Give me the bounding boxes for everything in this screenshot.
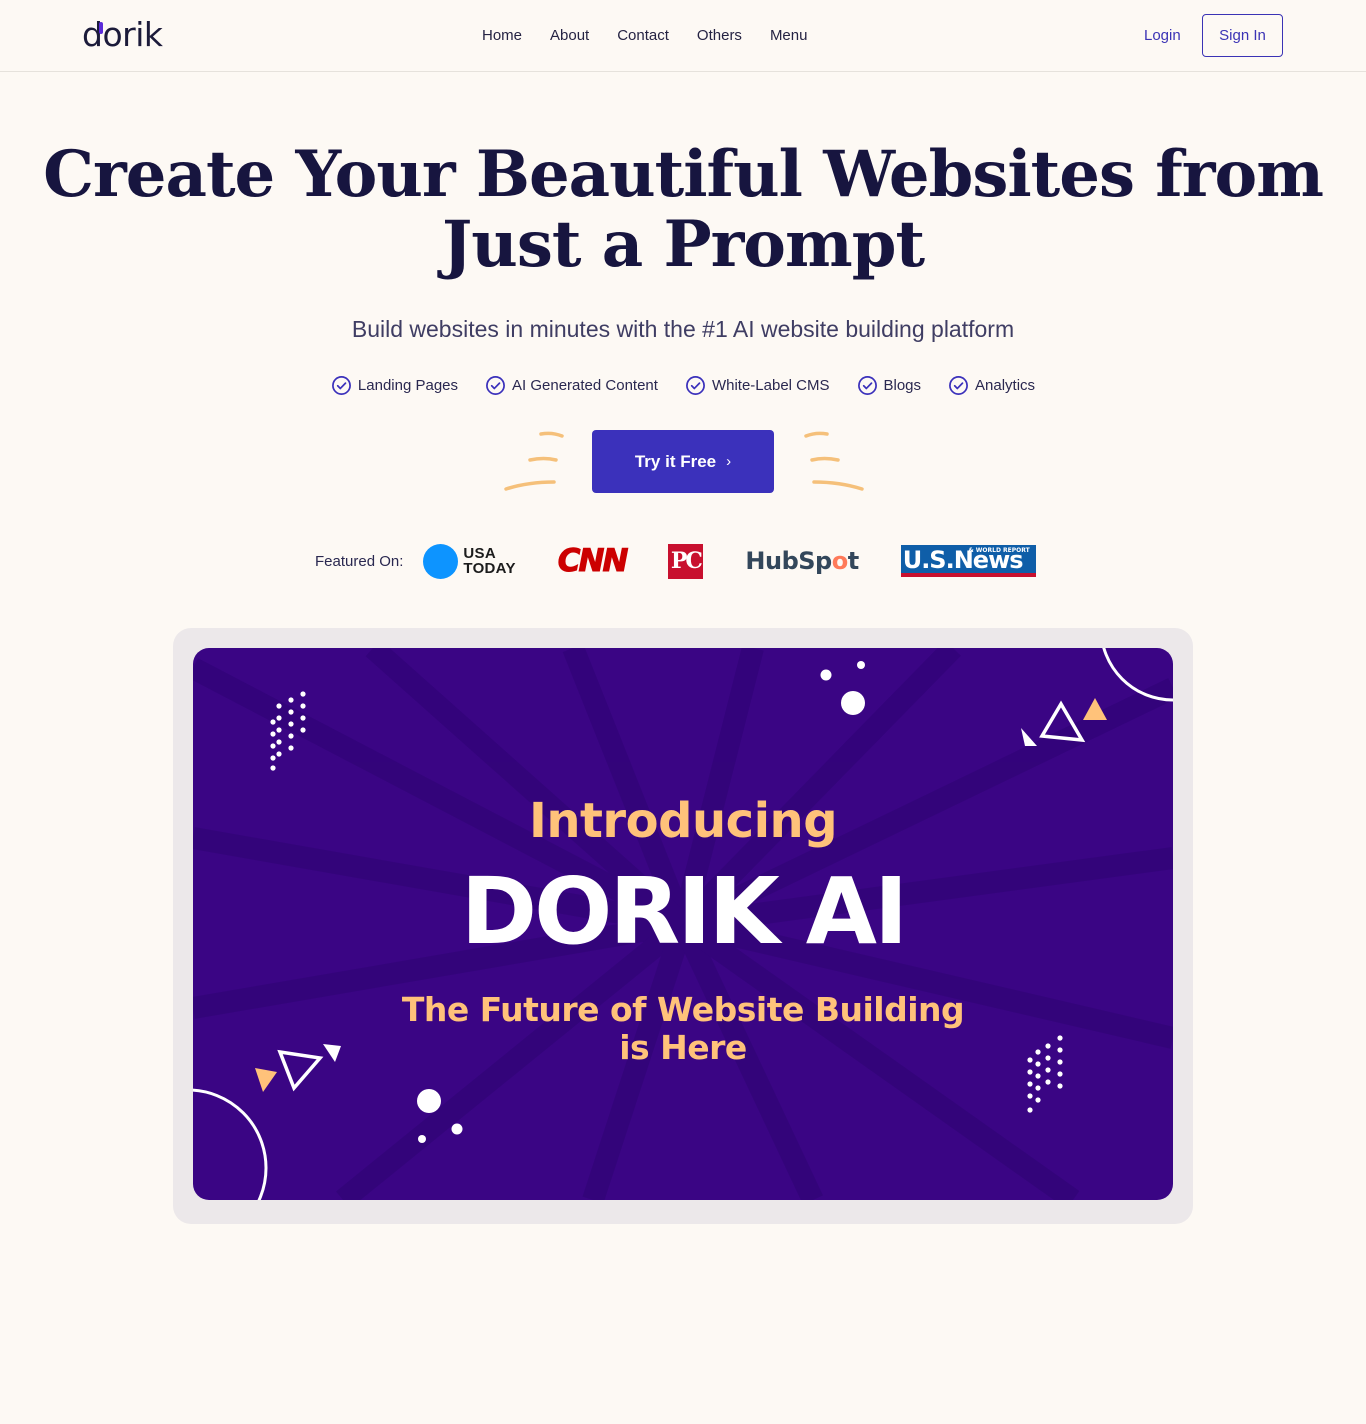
sign-in-button[interactable]: Sign In [1202, 14, 1283, 57]
feature-label: Analytics [975, 377, 1036, 394]
cnn-logo: CNN [557, 543, 629, 580]
promo-tagline-line-2: is Here [619, 1028, 747, 1067]
check-circle-icon [949, 376, 968, 395]
dorik-logo[interactable]: dorik [82, 14, 163, 54]
hero-headline: Create Your Beautiful Websites from Just… [0, 140, 1366, 280]
left-sparkle-lines-icon [504, 431, 564, 491]
feature-label: AI Generated Content [512, 377, 658, 394]
nav-about[interactable]: About [536, 25, 603, 47]
promo-tagline: The Future of Website Building is Here [193, 991, 1173, 1067]
right-sparkle-lines-icon [804, 431, 864, 491]
featured-on-bar: Featured On: USA TODAY CNN PC HubSp o t & … [315, 536, 1036, 586]
promo-introducing: Introducing [528, 793, 838, 849]
feature-item: White-Label CMS [685, 375, 830, 396]
hubspot-text-b: t [847, 547, 859, 575]
us-news-logo: & WORLD REPORT U.S.News [900, 545, 1036, 577]
promo-video[interactable]: Introducing DORIK AI The Future of Websi… [193, 648, 1173, 1200]
logo-text: dorik [82, 14, 163, 54]
hero-subline: Build websites in minutes with the #1 AI… [351, 316, 1015, 342]
check-circle-icon [857, 376, 877, 395]
headline-line-2: Just a Prompt [442, 207, 925, 282]
usa-today-line-1: USA [463, 545, 496, 562]
logo-accent-bar [99, 21, 103, 34]
promo-title: DORIK AI [460, 858, 908, 965]
nav-others[interactable]: Others [683, 25, 756, 47]
feature-item: Blogs [857, 375, 922, 396]
usa-today-wordmark: USA TODAY [463, 546, 515, 576]
hubspot-logo: HubSp o t [745, 547, 859, 575]
promo-tagline-line-1: The Future of Website Building [401, 990, 965, 1029]
pc-magazine-logo: PC [668, 543, 704, 579]
cta-area: Try it Free › [0, 430, 1366, 494]
nav-contact[interactable]: Contact [603, 25, 683, 47]
hubspot-sprocket: o [831, 547, 849, 575]
main-nav: Home About Contact Others Menu [468, 25, 821, 47]
try-it-free-button[interactable]: Try it Free › [592, 430, 774, 493]
feature-item: Landing Pages [331, 375, 458, 396]
feature-item: Analytics [948, 375, 1035, 396]
login-link[interactable]: Login [1130, 25, 1195, 47]
chevron-right-icon: › [726, 453, 732, 470]
featured-on-label: Featured On: [315, 552, 404, 570]
feature-label: Landing Pages [357, 377, 459, 394]
nav-menu[interactable]: Menu [756, 25, 822, 47]
feature-list: Landing Pages AI Generated Content White… [0, 375, 1366, 396]
feature-label: White-Label CMS [711, 377, 830, 394]
check-circle-icon [331, 376, 351, 395]
cta-label: Try it Free [634, 451, 717, 471]
usa-today-line-2: TODAY [463, 560, 516, 577]
check-circle-icon [486, 376, 505, 395]
nav-home[interactable]: Home [468, 25, 536, 47]
us-news-subtitle: & WORLD REPORT [968, 547, 1030, 554]
hubspot-text-a: HubSp [745, 547, 832, 575]
usa-today-circle-icon [423, 543, 459, 579]
headline-line-1: Create Your Beautiful Websites from [43, 137, 1324, 212]
check-circle-icon [686, 376, 705, 395]
feature-item: AI Generated Content [485, 375, 658, 396]
logo-wordmark: dorik [82, 14, 163, 54]
usa-today-logo: USA TODAY [423, 543, 515, 579]
site-header: dorik Home About Contact Others Menu Log… [0, 0, 1366, 72]
feature-label: Blogs [883, 377, 922, 394]
